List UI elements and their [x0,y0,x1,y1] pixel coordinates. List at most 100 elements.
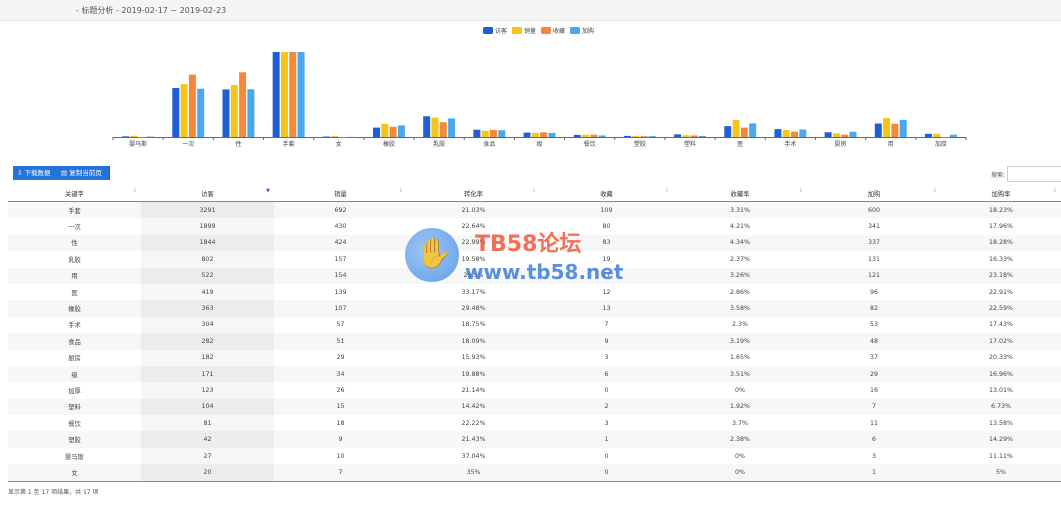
copy-page-button[interactable]: ▤ 复制当前页 [57,166,110,180]
sort-desc-icon[interactable]: ▼ [266,188,270,194]
table-cell: 1844 [141,234,274,252]
table-cell: 363 [141,300,274,317]
bar-橡胶-销量 [381,123,389,137]
table-cell: 600 [807,201,941,219]
bar-医-销量 [732,119,740,137]
table-row: 餐饮 81 18 22.22% 3 3.7% 11 13.58% [8,415,1061,432]
table-cell: 23.18% [941,267,1061,284]
bar-一次-收藏 [188,74,196,137]
table-cell: 802 [141,251,274,268]
legend-label[interactable]: 访客 [495,27,507,35]
bar-厨房-加购 [849,131,857,137]
legend-label[interactable]: 收藏 [553,27,565,35]
table-cell: 131 [867,255,881,263]
table-cell: 11 [869,419,878,427]
sort-icon[interactable]: ⇕ [532,188,536,194]
bar-一次-加购 [197,88,205,137]
table-cell: 2.86% [729,288,750,296]
bar-塑料-访客 [674,134,682,137]
bar-手套-收藏 [289,52,297,137]
sort-icon[interactable]: ⇕ [933,188,937,194]
column-header[interactable]: 收藏率 ⇕ [673,185,807,202]
column-header[interactable]: 关键字 ⇕ [8,185,141,202]
sort-icon[interactable]: ⇕ [133,188,137,194]
table-cell: 0% [735,386,745,394]
table-cell: 0% [673,464,807,482]
bar-厨房-销量 [832,133,840,137]
table-cell: 29 [807,365,941,383]
column-header-label: 收藏 [600,190,613,198]
table-cell: 厨房 [68,355,81,363]
table-cell: 9 [274,431,407,448]
column-header[interactable]: 收藏 ⇕ [540,185,673,202]
search-input[interactable] [1007,166,1061,182]
table-cell: 一次 [68,224,81,232]
table-row: 塑料 104 15 14.42% 2 1.92% 7 6.73% [8,398,1061,416]
table-cell: 430 [334,223,347,231]
table-cell: 婴马斯 [65,453,84,461]
table-cell: 57 [336,321,345,329]
bar-性-加购 [247,89,255,137]
column-header[interactable]: 销量 ⇕ [274,185,407,202]
table-cell: 1.92% [673,398,807,416]
table-cell: 139 [334,288,347,296]
legend-swatch-销量[interactable] [512,27,522,34]
bar-性-访客 [222,89,230,137]
bar-食品-销量 [481,130,489,137]
download-icon: ⇩ [17,169,23,177]
search-label: 搜索: [991,172,1006,179]
table-cell: 341 [867,223,881,231]
table-cell: 21.43% [407,431,540,448]
bar-塑胶-收藏 [640,136,648,137]
bar-餐饮-收藏 [590,134,598,137]
table-row: 手术 304 57 18.75% 7 2.3% 53 17.43% [8,316,1061,334]
x-tick-label: 厨房 [835,140,847,148]
sort-icon[interactable]: ⇕ [799,188,803,194]
bar-乳胶-收藏 [439,122,447,137]
sort-icon[interactable]: ⇕ [399,188,403,194]
column-header[interactable]: 转化率 ⇕ [407,185,540,202]
bar-手术-加购 [799,129,807,137]
legend-swatch-收藏[interactable] [541,27,551,34]
bar-食品-访客 [473,129,481,137]
sort-icon[interactable]: ⇕ [665,188,669,194]
bar-厨房-访客 [824,132,832,137]
table-cell: 性 [8,234,141,252]
bar-橡胶-访客 [373,127,381,137]
bar-级-销量 [531,132,539,137]
column-header-label: 销量 [334,190,347,198]
legend-swatch-加购[interactable] [570,27,580,34]
table-cell: 1 [807,464,941,482]
table-cell: 53 [869,321,878,329]
column-header[interactable]: 加购率 ⇕ [941,185,1061,202]
bar-厨房-收藏 [841,134,849,137]
copy-icon: ▤ [61,169,68,177]
table-cell: 13.58% [988,419,1013,427]
table-cell: 104 [141,398,274,416]
download-data-button[interactable]: ⇩ 下载数据 [13,166,60,180]
table-cell: 7 [604,321,609,329]
table-cell: 29.48% [407,300,540,317]
table-cell: 3291 [141,201,274,219]
table-cell: 419 [141,283,274,301]
table-cell: 2.37% [729,255,750,263]
bar-婴马斯-访客 [122,136,130,137]
legend-label[interactable]: 加购 [582,27,594,35]
sort-icon[interactable]: ⇕ [1053,188,1057,194]
column-header[interactable]: 加购 ⇕ [807,185,941,202]
legend-swatch-访客[interactable] [483,27,493,34]
table-row: 婴马斯 27 10 37.04% 0 0% 3 11.11% [8,447,1061,465]
table-cell: 塑胶 [8,431,141,448]
table-cell: 21.03% [407,201,540,219]
table-cell: 15.93% [461,354,486,362]
x-tick-label: 加厚 [935,140,947,148]
column-header[interactable]: 访客 ▼ [141,185,274,202]
legend-label[interactable]: 销量 [524,27,536,35]
bar-食品-加购 [498,130,506,137]
table-cell: 171 [141,365,274,383]
bar-乳胶-销量 [431,117,439,137]
bar-餐饮-加购 [598,135,606,137]
table-row: 级 171 34 19.88% 6 3.51% 29 16.96% [8,365,1061,383]
table-cell: 7 [274,464,407,482]
bar-塑料-销量 [682,135,690,137]
